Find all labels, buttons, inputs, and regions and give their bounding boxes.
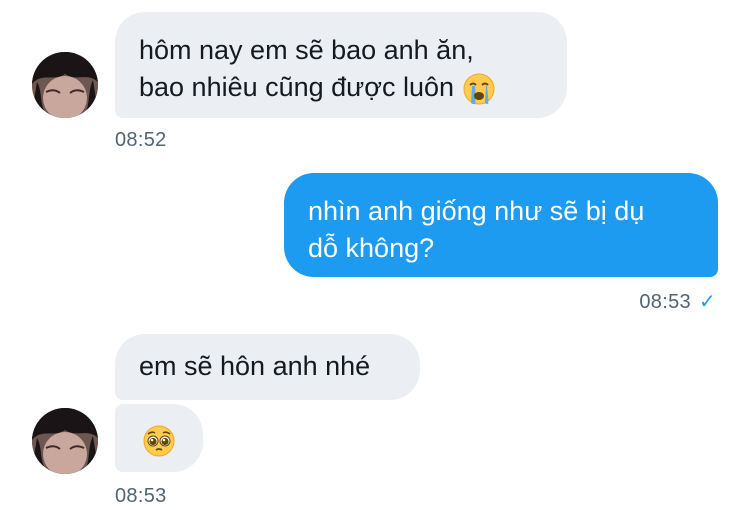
message-timestamp: 08:52 — [115, 129, 167, 151]
message-line: nhìn anh giống như sẽ bị dụ — [308, 196, 645, 226]
read-check-icon: ✓ — [698, 291, 716, 313]
message-timestamp: 08:53 — [115, 485, 167, 507]
incoming-message-bubble[interactable] — [115, 404, 203, 472]
sender-avatar[interactable] — [32, 52, 98, 118]
pleading-face-icon — [142, 424, 176, 458]
message-line: hôm nay em sẽ bao anh ăn, — [139, 35, 474, 65]
avatar-photo — [32, 408, 98, 474]
sender-avatar[interactable] — [32, 408, 98, 474]
message-line: bao nhiêu cũng được luôn — [139, 69, 543, 106]
message-line: dỗ không? — [308, 233, 435, 263]
message-line: em sẽ hôn anh nhé — [139, 351, 371, 381]
avatar-photo — [32, 52, 98, 118]
outgoing-message-bubble[interactable]: nhìn anh giống như sẽ bị dụ dỗ không? — [284, 173, 718, 277]
incoming-message-bubble[interactable]: hôm nay em sẽ bao anh ăn, bao nhiêu cũng… — [115, 12, 567, 118]
incoming-message-bubble[interactable]: em sẽ hôn anh nhé — [115, 334, 420, 400]
message-time: 08:53 — [639, 291, 691, 313]
message-timestamp: 08:53 ✓ — [639, 289, 716, 314]
loudly-crying-face-icon — [462, 72, 496, 106]
